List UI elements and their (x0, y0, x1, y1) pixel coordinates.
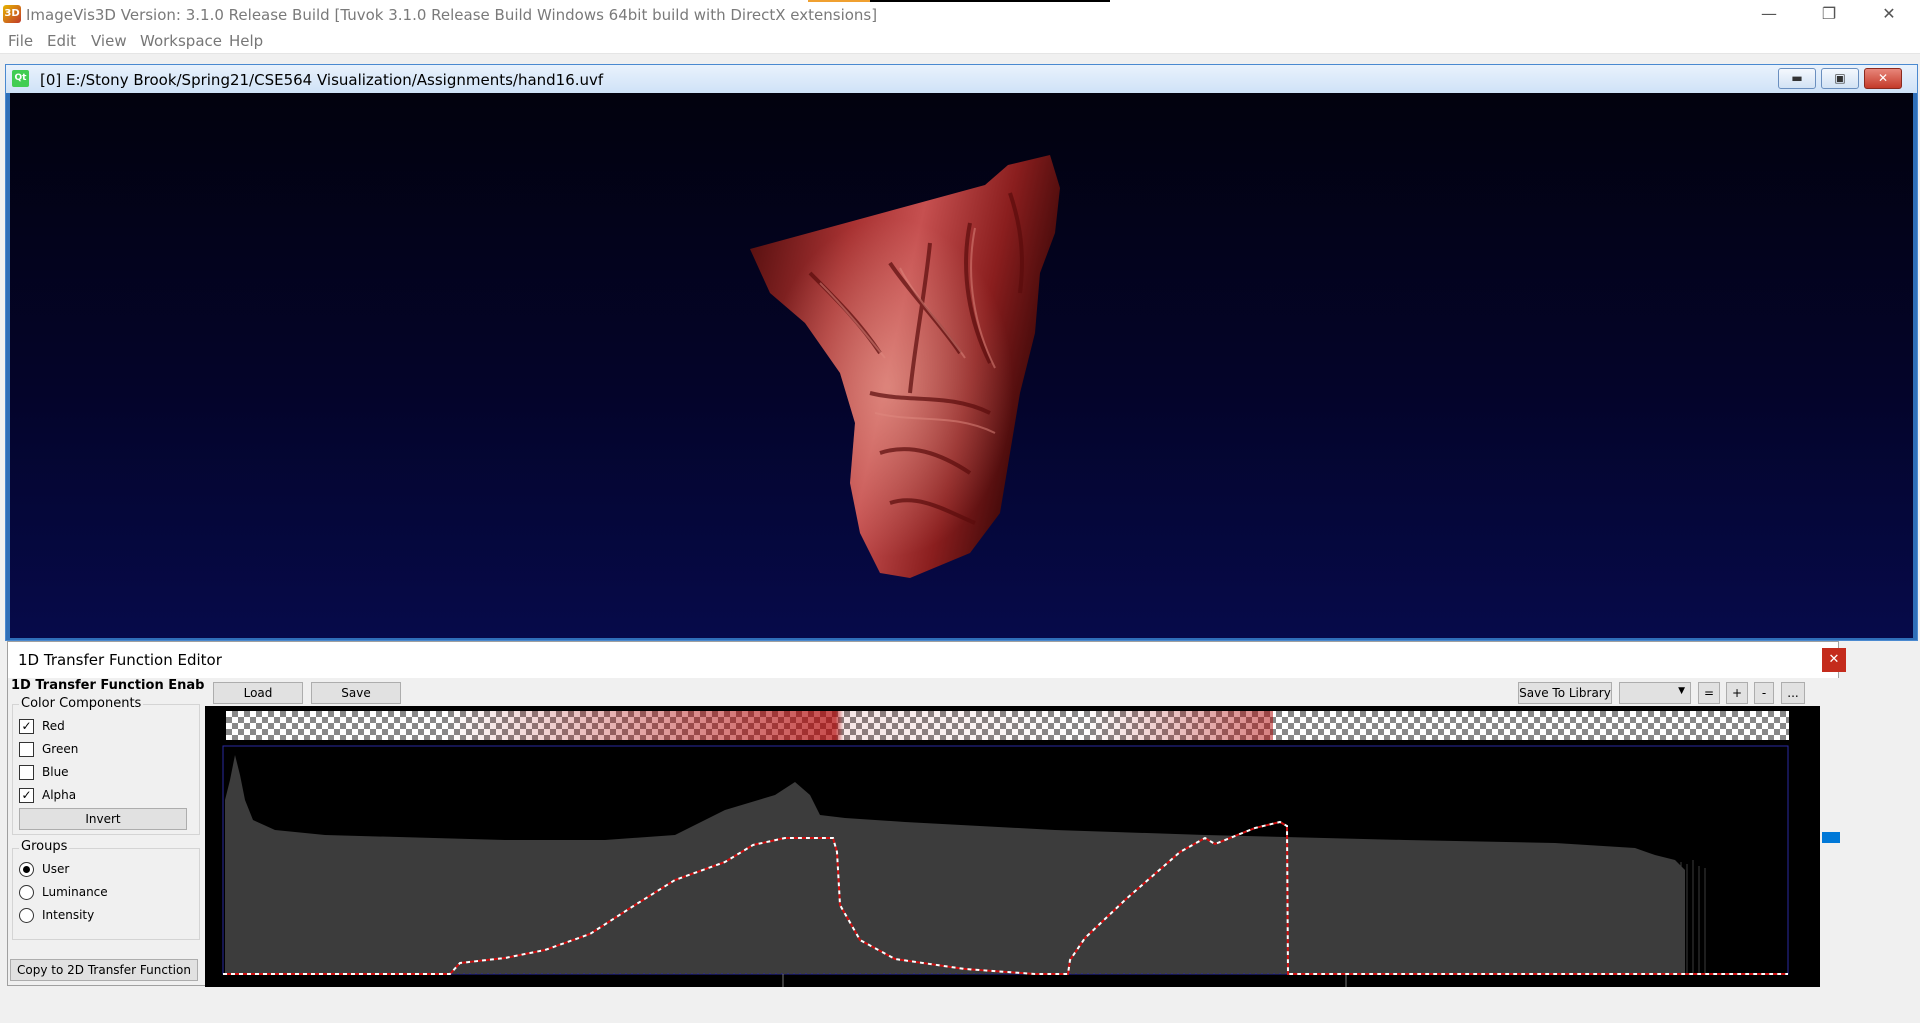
tf-left-panel: 1D Transfer Function Enabled Color Compo… (8, 678, 227, 987)
histogram-area (225, 755, 1685, 974)
radio-luminance-label: Luminance (42, 885, 108, 899)
checkbox-red-label: Red (42, 719, 65, 733)
app-title-bar: 3D ImageVis3D Version: 3.1.0 Release Bui… (0, 0, 1920, 30)
volume-viewport[interactable] (10, 93, 1913, 638)
menu-edit[interactable]: Edit (47, 32, 76, 50)
save-button[interactable]: Save (311, 682, 401, 704)
groups-label: Groups (19, 839, 70, 854)
tf-editor-panel: 1D Transfer Function Editor ✕ 1D Transfe… (7, 641, 1846, 987)
checkbox-blue-box[interactable] (19, 765, 34, 780)
qt-icon: Qt (12, 70, 29, 87)
plus-button[interactable]: + (1726, 682, 1748, 704)
menu-view[interactable]: View (91, 32, 127, 50)
menu-file[interactable]: File (8, 32, 33, 50)
app-title: ImageVis3D Version: 3.1.0 Release Build … (26, 6, 878, 24)
save-to-library-button[interactable]: Save To Library (1518, 682, 1612, 704)
load-button[interactable]: Load (213, 682, 303, 704)
menu-bar: File Edit View Workspace Help (0, 30, 1920, 54)
menu-workspace[interactable]: Workspace (140, 32, 222, 50)
library-combo[interactable]: ▼ (1619, 682, 1691, 704)
app-logo-icon: 3D (3, 5, 21, 23)
render-window-maximize-button[interactable]: ▣ (1821, 68, 1859, 89)
checkbox-green-box[interactable] (19, 742, 34, 757)
tf-color-bar-overlay (226, 711, 1789, 740)
checkbox-alpha-box[interactable]: ✓ (19, 788, 34, 803)
render-window-title-bar[interactable]: Qt [0] E:/Stony Brook/Spring21/CSE564 Vi… (6, 65, 1917, 93)
checkbox-alpha-label: Alpha (42, 788, 77, 802)
tf-editor-header: 1D Transfer Function Editor ✕ (8, 642, 1846, 678)
radio-luminance-button[interactable] (19, 885, 34, 900)
checkbox-green-label: Green (42, 742, 79, 756)
tf-enabled-label: 1D Transfer Function Enabled (11, 678, 228, 693)
radio-selected-dot (23, 866, 30, 873)
radio-intensity-label: Intensity (42, 908, 95, 922)
tf-editor-close-button[interactable]: ✕ (1822, 648, 1846, 672)
restore-button[interactable]: ❐ (1806, 0, 1852, 30)
render-window-close-button[interactable]: ✕ (1864, 68, 1902, 89)
tf-color-bar[interactable] (226, 711, 1789, 740)
radio-user-label: User (42, 862, 70, 876)
checkbox-red-box[interactable]: ✓ (19, 719, 34, 734)
tf-toolbar: Load Save Save To Library ▼ = + - ... (205, 678, 1820, 706)
copy-to-2d-button[interactable]: Copy to 2D Transfer Function (10, 959, 198, 981)
checkbox-blue-label: Blue (42, 765, 69, 779)
tf-scrollbar[interactable] (1820, 678, 1840, 987)
title-accent-line (870, 0, 1110, 2)
radio-intensity-button[interactable] (19, 908, 34, 923)
color-components-label: Color Components (19, 696, 144, 711)
tf-histogram-canvas[interactable] (205, 740, 1820, 987)
title-accent-orange (808, 0, 870, 2)
tf-editor-title: 1D Transfer Function Editor (18, 651, 222, 669)
menu-help[interactable]: Help (229, 32, 263, 50)
chevron-down-icon: ▼ (1678, 686, 1685, 696)
wrist-volume-shape (750, 155, 1060, 578)
more-button[interactable]: ... (1781, 682, 1805, 704)
render-window-title: [0] E:/Stony Brook/Spring21/CSE564 Visua… (40, 71, 604, 89)
invert-button[interactable]: Invert (19, 808, 187, 830)
minimize-button[interactable]: — (1746, 0, 1792, 30)
tf-scrollbar-thumb[interactable] (1822, 832, 1840, 843)
minus-button[interactable]: - (1754, 682, 1774, 704)
render-window-minimize-button[interactable]: ▬ (1778, 68, 1816, 89)
render-window: Qt [0] E:/Stony Brook/Spring21/CSE564 Vi… (5, 64, 1918, 641)
tf-main-area: Load Save Save To Library ▼ = + - ... (205, 678, 1820, 987)
radio-user-button[interactable] (19, 862, 34, 877)
volume-render (750, 155, 1060, 578)
close-button[interactable]: ✕ (1866, 0, 1912, 30)
equal-button[interactable]: = (1698, 682, 1720, 704)
